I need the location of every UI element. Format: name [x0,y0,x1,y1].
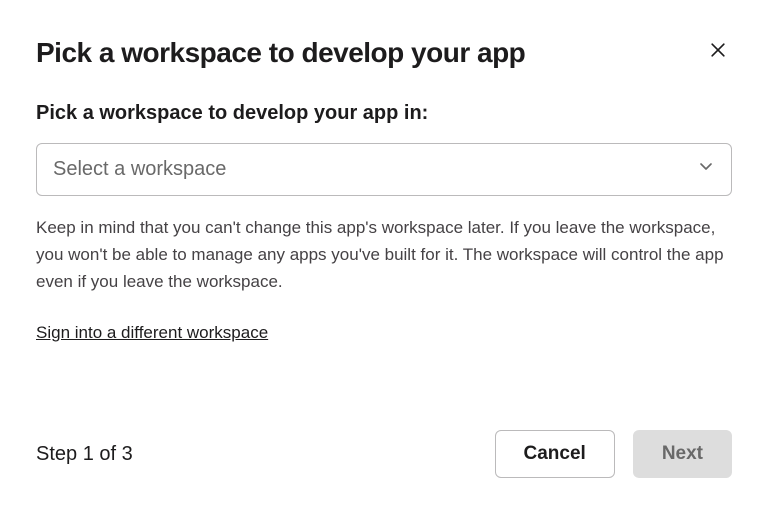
modal-title: Pick a workspace to develop your app [36,36,525,70]
workspace-select[interactable]: Select a workspace [36,143,732,196]
close-button[interactable] [704,36,732,67]
workspace-picker-modal: Pick a workspace to develop your app Pic… [0,0,768,514]
workspace-select-wrapper: Select a workspace [36,143,732,196]
help-text: Keep in mind that you can't change this … [36,214,732,296]
modal-footer: Step 1 of 3 Cancel Next [36,430,732,478]
cancel-button[interactable]: Cancel [495,430,615,478]
footer-buttons: Cancel Next [495,430,733,478]
close-icon [708,40,728,63]
workspace-field-label: Pick a workspace to develop your app in: [36,102,732,125]
next-button[interactable]: Next [633,430,732,478]
signin-different-workspace-link[interactable]: Sign into a different workspace [36,323,732,343]
modal-header: Pick a workspace to develop your app [36,36,732,70]
step-indicator: Step 1 of 3 [36,443,133,466]
